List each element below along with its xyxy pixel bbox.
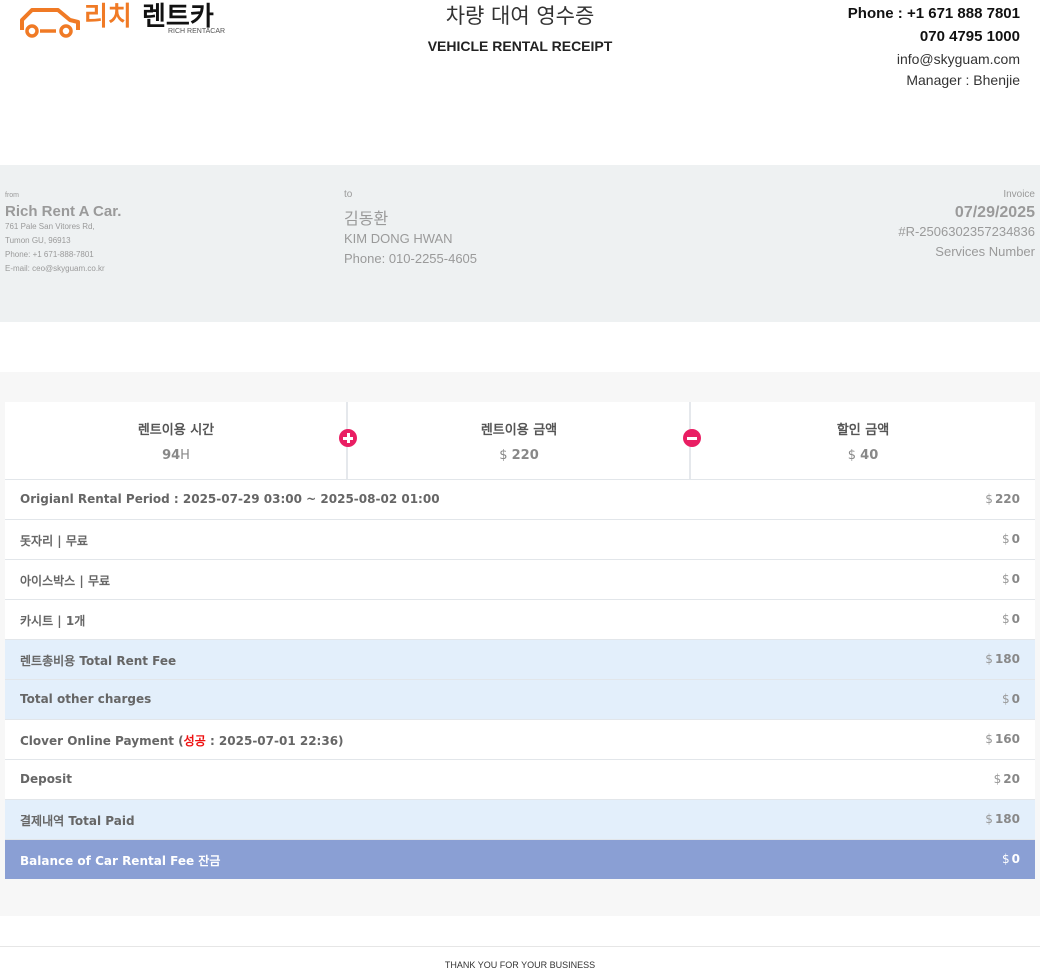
- customer-name-korean: 김동환: [344, 211, 389, 228]
- table-row-total-paid: 결제내역 Total Paid $180: [5, 800, 1035, 840]
- row-amount: $0: [1002, 852, 1020, 866]
- discount-label: 할인 금액: [836, 423, 890, 438]
- company-address-line1: 761 Pale San Vitores Rd,: [5, 222, 95, 231]
- contact-phone-secondary: 070 4795 1000: [919, 28, 1020, 45]
- row-label: 돗자리 | 무료: [20, 534, 88, 548]
- to-label: to: [344, 189, 353, 200]
- rent-time-value: 94H: [162, 448, 190, 463]
- from-block: from Rich Rent A Car. 761 Pale San Vitor…: [5, 192, 121, 276]
- row-label: 카시트 | 1개: [20, 614, 86, 628]
- summary-rent-time: 렌트이용 시간 94H: [5, 402, 347, 479]
- table-row: 카시트 | 1개 $0: [5, 600, 1035, 640]
- table-row-other-charges: Total other charges $0: [5, 680, 1035, 720]
- from-label: from: [5, 192, 19, 199]
- row-amount: $0: [1002, 612, 1020, 626]
- summary-rent-amount: 렌트이용 금액 $ 220: [348, 402, 690, 479]
- footer-divider: [0, 946, 1040, 947]
- contact-phone-primary: Phone : +1 671 888 7801: [847, 5, 1020, 22]
- invoice-label: Invoice: [1003, 189, 1035, 200]
- row-amount: $0: [1002, 572, 1020, 586]
- row-label: Total other charges: [20, 692, 152, 706]
- row-label: 아이스박스 | 무료: [20, 574, 111, 588]
- rent-amount-label: 렌트이용 금액: [480, 423, 558, 438]
- company-address-line2: Tumon GU, 96913: [5, 236, 71, 245]
- table-row-balance: Balance of Car Rental Fee 잔금 $0: [5, 840, 1035, 879]
- table-row-deposit: Deposit $20: [5, 760, 1035, 800]
- table-row: 돗자리 | 무료 $0: [5, 520, 1035, 560]
- invoice-block: Invoice 07/29/2025 #R-2506302357234836 S…: [898, 189, 1035, 262]
- rental-summary: 렌트이용 시간 94H 렌트이용 금액 $ 220 할인 금액 $ 40: [5, 402, 1035, 480]
- row-label: Clover Online Payment (성공 : 2025-07-01 2…: [20, 734, 344, 748]
- footer-thanks: THANK YOU FOR YOUR BUSINESS: [444, 960, 596, 970]
- row-label: Origianl Rental Period : 2025-07-29 03:0…: [20, 492, 440, 506]
- contact-manager: Manager : Bhenjie: [906, 72, 1020, 88]
- row-label: Deposit: [20, 772, 72, 786]
- customer-name-english: KIM DONG HWAN: [344, 231, 453, 246]
- invoice-number: #R-2506302357234836: [898, 224, 1035, 239]
- services-number-label: Services Number: [935, 244, 1035, 259]
- row-label: Balance of Car Rental Fee 잔금: [20, 854, 221, 868]
- table-row: 아이스박스 | 무료 $0: [5, 560, 1035, 600]
- payment-status: 성공: [183, 734, 206, 748]
- row-amount: $180: [985, 812, 1020, 826]
- to-block: to 김동환 KIM DONG HWAN Phone: 010-2255-460…: [344, 189, 477, 269]
- contact-email[interactable]: info@skyguam.com: [848, 49, 1020, 70]
- company-phone: Phone: +1 671-888-7801: [5, 250, 94, 259]
- table-row-online-payment: Clover Online Payment (성공 : 2025-07-01 2…: [5, 720, 1035, 760]
- invoice-date: 07/29/2025: [954, 204, 1035, 221]
- rent-time-label: 렌트이용 시간: [137, 423, 215, 438]
- company-name: Rich Rent A Car.: [5, 203, 122, 220]
- company-email: E-mail: ceo@skyguam.co.kr: [5, 264, 105, 273]
- row-amount: $220: [985, 492, 1020, 506]
- table-row-total-rent-fee: 렌트총비용 Total Rent Fee $180: [5, 640, 1035, 680]
- row-amount: $0: [1002, 532, 1020, 546]
- row-label: 결제내역 Total Paid: [20, 814, 135, 828]
- row-label: 렌트총비용 Total Rent Fee: [20, 654, 177, 668]
- row-amount: $0: [1002, 692, 1020, 706]
- row-amount: $180: [985, 652, 1020, 666]
- rent-amount-value: $ 220: [499, 448, 539, 463]
- row-amount: $160: [985, 732, 1020, 746]
- row-amount: $20: [993, 772, 1020, 786]
- table-row: Origianl Rental Period : 2025-07-29 03:0…: [5, 480, 1035, 520]
- customer-phone: Phone: 010-2255-4605: [344, 251, 478, 266]
- invoice-info-band: from Rich Rent A Car. 761 Pale San Vitor…: [0, 165, 1040, 322]
- charges-table: Origianl Rental Period : 2025-07-29 03:0…: [5, 480, 1035, 879]
- contact-info: Phone : +1 671 888 7801 070 4795 1000 in…: [848, 3, 1020, 91]
- discount-value: $ 40: [847, 448, 879, 463]
- summary-discount: 할인 금액 $ 40: [691, 402, 1035, 479]
